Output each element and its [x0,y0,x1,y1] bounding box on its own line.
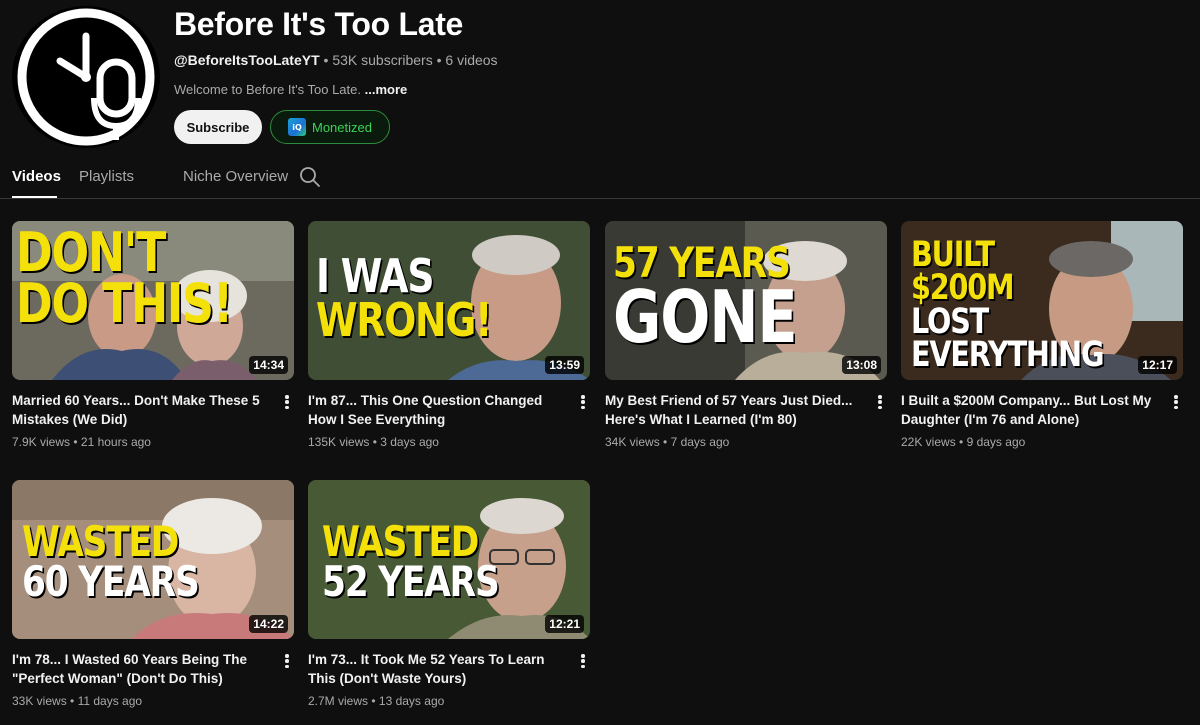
view-count: 2.7M views [308,694,369,708]
more-actions-icon[interactable] [280,652,294,670]
tab-playlists[interactable]: Playlists [79,168,134,185]
upload-age: 11 days ago [77,694,143,708]
subscriber-count: 53K subscribers [332,52,433,68]
video-duration: 14:22 [249,615,288,633]
upload-age: 9 days ago [966,435,1026,449]
view-count: 135K views [308,435,370,449]
video-card[interactable]: DON'T DO THIS! 14:34 Married 60 Years...… [12,221,294,449]
upload-age: 13 days ago [378,694,445,708]
view-count: 34K views [605,435,660,449]
video-thumbnail[interactable]: BUILT $200M LOST EVERYTHING 12:17 [901,221,1183,380]
tab-niche-overview[interactable]: Niche Overview [183,168,288,185]
upload-age: 7 days ago [670,435,730,449]
video-title[interactable]: I'm 87... This One Question Changed How … [308,391,563,429]
video-duration: 12:21 [545,615,584,633]
tab-videos[interactable]: Videos [12,168,61,185]
thumbnail-headline: I WAS WRONG! [316,253,492,347]
more-actions-icon[interactable] [576,652,590,670]
video-thumbnail[interactable]: WASTED 60 YEARS 14:22 [12,480,294,639]
thumbnail-headline: 57 YEARS GONE [613,242,798,359]
video-meta: 135K views • 3 days ago [308,435,439,449]
description-text: Welcome to Before It's Too Late. [174,82,361,97]
channel-handle: @BeforeItsTooLateYT [174,52,320,68]
video-thumbnail[interactable]: I WAS WRONG! 13:59 [308,221,590,380]
view-count: 33K views [12,694,67,708]
video-thumbnail[interactable]: WASTED 52 YEARS 12:21 [308,480,590,639]
thumbnail-headline-line: 60 YEARS [22,556,200,606]
video-thumbnail[interactable]: 57 YEARS GONE 13:08 [605,221,887,380]
video-card[interactable]: 57 YEARS GONE 13:08 My Best Friend of 57… [605,221,887,449]
thumbnail-headline-line: BUILT [911,235,995,275]
clock-microphone-logo-icon [17,8,155,146]
channel-meta: @BeforeItsTooLateYT • 53K subscribers • … [174,52,498,68]
video-duration: 12:17 [1138,356,1177,374]
channel-name: Before It's Too Late [174,6,464,42]
video-duration: 14:34 [249,356,288,374]
video-meta: 33K views • 11 days ago [12,694,143,708]
video-card[interactable]: WASTED 52 YEARS 12:21 I'm 73... It Took … [308,480,590,708]
video-title[interactable]: I'm 73... It Took Me 52 Years To Learn T… [308,650,563,688]
video-meta: 22K views • 9 days ago [901,435,1026,449]
view-count: 7.9K views [12,435,71,449]
monetized-label: Monetized [312,119,372,135]
upload-age: 3 days ago [380,435,439,449]
thumbnail-headline-line: WRONG! [316,292,492,347]
channel-tabs: Videos Playlists Niche Overview [0,158,1200,199]
thumbnail-headline: DON'T DO THIS! [16,225,244,330]
thumbnail-headline-line: WASTED [22,517,179,566]
thumbnail-headline: WASTED 52 YEARS [322,517,500,606]
more-actions-icon[interactable] [280,393,294,411]
video-title[interactable]: I'm 78... I Wasted 60 Years Being The "P… [12,650,267,688]
video-card[interactable]: WASTED 60 YEARS 14:22 I'm 78... I Wasted… [12,480,294,708]
subscribe-button[interactable]: Subscribe [174,110,262,144]
monetized-badge[interactable]: iQ Monetized [270,110,390,144]
meta-separator: • [323,52,333,68]
thumbnail-headline-line: $200M [911,268,1015,309]
thumbnail-headline-line: EVERYTHING [911,334,1105,375]
channel-avatar[interactable] [12,6,160,148]
thumbnail-headline-line: DON'T DO THIS! [16,221,233,336]
video-thumbnail[interactable]: DON'T DO THIS! 14:34 [12,221,294,380]
search-icon[interactable] [299,166,321,188]
vidiq-icon: iQ [288,118,306,136]
video-meta: 34K views • 7 days ago [605,435,730,449]
channel-description[interactable]: Welcome to Before It's Too Late. ...more [174,82,407,97]
video-card[interactable]: I WAS WRONG! 13:59 I'm 87... This One Qu… [308,221,590,449]
more-actions-icon[interactable] [1169,393,1183,411]
thumbnail-headline-line: GONE [613,274,798,359]
thumbnail-headline: WASTED 60 YEARS [22,517,200,606]
active-tab-indicator [12,196,57,198]
video-meta: 2.7M views • 13 days ago [308,694,445,708]
more-actions-icon[interactable] [576,393,590,411]
video-duration: 13:08 [842,356,881,374]
video-card[interactable]: BUILT $200M LOST EVERYTHING 12:17 I Buil… [901,221,1183,449]
video-title[interactable]: My Best Friend of 57 Years Just Died... … [605,391,860,429]
video-title[interactable]: Married 60 Years... Don't Make These 5 M… [12,391,267,429]
more-link[interactable]: ...more [365,82,408,97]
video-duration: 13:59 [545,356,584,374]
more-actions-icon[interactable] [873,393,887,411]
video-meta: 7.9K views • 21 hours ago [12,435,151,449]
view-count: 22K views [901,435,956,449]
video-count: 6 videos [445,52,498,68]
thumbnail-headline: BUILT $200M LOST EVERYTHING [911,235,1105,375]
upload-age: 21 hours ago [80,435,151,449]
video-title[interactable]: I Built a $200M Company... But Lost My D… [901,391,1156,429]
thumbnail-headline-line: WASTED [322,517,479,566]
thumbnail-headline-line: 52 YEARS [322,556,500,606]
thumbnail-headline-line: LOST [911,301,989,342]
